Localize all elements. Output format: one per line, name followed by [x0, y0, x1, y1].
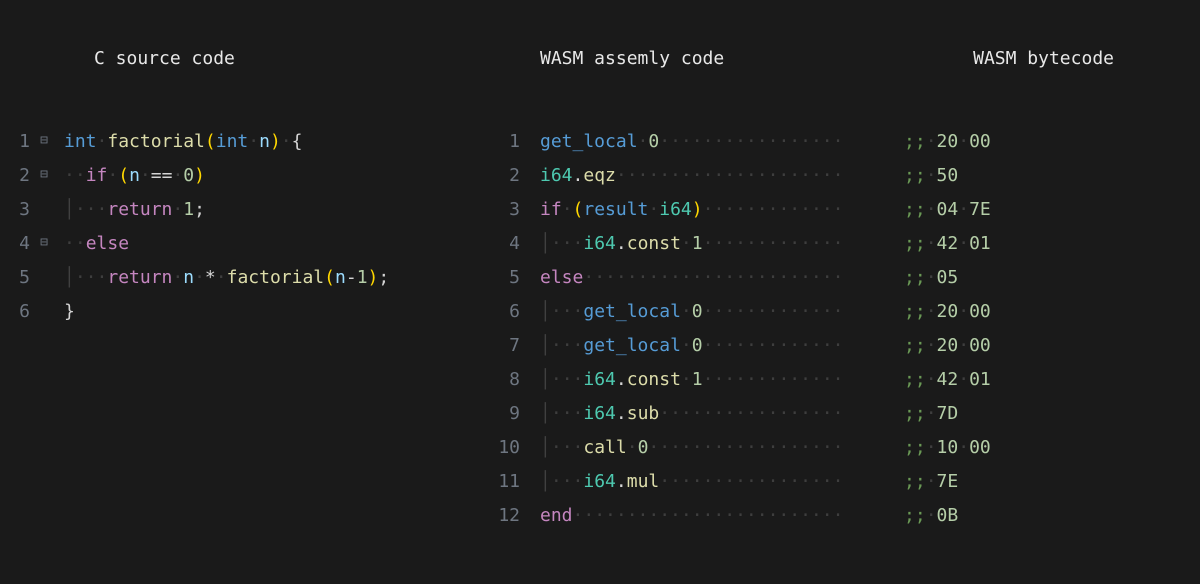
line-number: 9 — [480, 397, 524, 431]
code-line[interactable]: 6│···get_local·0·············;;·20·00 — [480, 295, 1200, 329]
wasm-heading-row: WASM assemly code WASM bytecode — [480, 48, 1200, 69]
line-number: 2 — [0, 159, 34, 193]
line-number: 6 — [0, 295, 34, 329]
line-number: 6 — [480, 295, 524, 329]
line-number: 1 — [0, 125, 34, 159]
c-code-block[interactable]: 1⊟int·factorial(int·n)·{2⊟··if·(n·==·0)3… — [0, 125, 480, 329]
code-line[interactable]: 1⊟ int·factorial(int·n)·{ — [0, 125, 480, 159]
code-line[interactable]: 3 │···return·1; — [0, 193, 480, 227]
code-line[interactable]: 4│···i64.const·1·············;;·42·01 — [480, 227, 1200, 261]
code-text[interactable]: │···i64.const·1············· — [524, 363, 904, 397]
code-line[interactable]: 9│···i64.sub·················;;·7D — [480, 397, 1200, 431]
code-line[interactable]: 5else························;;·05 — [480, 261, 1200, 295]
line-number: 11 — [480, 465, 524, 499]
line-number: 3 — [0, 193, 34, 227]
line-number: 1 — [480, 125, 524, 159]
code-text[interactable]: ··else — [64, 227, 480, 261]
wasm-panel: WASM assemly code WASM bytecode 1get_loc… — [480, 48, 1200, 584]
line-number: 5 — [0, 261, 34, 295]
line-number: 7 — [480, 329, 524, 363]
wasm-byte-heading: WASM bytecode — [973, 48, 1200, 69]
code-line[interactable]: 1get_local·0·················;;·20·00 — [480, 125, 1200, 159]
code-text[interactable]: │···get_local·0············· — [524, 295, 904, 329]
line-number: 4 — [480, 227, 524, 261]
bytecode-text: ;;·20·00 — [904, 125, 991, 159]
c-heading-row: C source code — [0, 48, 480, 69]
line-number: 12 — [480, 499, 524, 533]
line-number: 8 — [480, 363, 524, 397]
bytecode-text: ;;·42·01 — [904, 227, 991, 261]
code-text[interactable]: │···i64.const·1············· — [524, 227, 904, 261]
code-line[interactable]: 3if·(result·i64)·············;;·04·7E — [480, 193, 1200, 227]
bytecode-text: ;;·50 — [904, 159, 958, 193]
code-text[interactable]: │···get_local·0············· — [524, 329, 904, 363]
code-line[interactable]: 5 │···return·n·*·factorial(n-1); — [0, 261, 480, 295]
bytecode-text: ;;·04·7E — [904, 193, 991, 227]
code-text[interactable]: int·factorial(int·n)·{ — [64, 125, 480, 159]
code-text[interactable]: │···return·1; — [64, 193, 480, 227]
fold-icon[interactable]: ⊟ — [34, 226, 54, 260]
bytecode-text: ;;·0B — [904, 499, 958, 533]
line-number: 5 — [480, 261, 524, 295]
code-line[interactable]: 7│···get_local·0·············;;·20·00 — [480, 329, 1200, 363]
line-number: 2 — [480, 159, 524, 193]
code-line[interactable]: 11│···i64.mul·················;;·7E — [480, 465, 1200, 499]
bytecode-text: ;;·05 — [904, 261, 958, 295]
code-text[interactable]: end························· — [524, 499, 904, 533]
bytecode-text: ;;·7D — [904, 397, 958, 431]
wasm-code-block[interactable]: 1get_local·0·················;;·20·002i6… — [480, 125, 1200, 533]
code-text[interactable]: │···i64.mul················· — [524, 465, 904, 499]
bytecode-text: ;;·10·00 — [904, 431, 991, 465]
code-text[interactable]: } — [64, 295, 480, 329]
code-text[interactable]: ··if·(n·==·0) — [64, 159, 480, 193]
c-source-panel: C source code 1⊟int·factorial(int·n)·{2⊟… — [0, 48, 480, 584]
line-number: 10 — [480, 431, 524, 465]
code-text[interactable]: │···i64.sub················· — [524, 397, 904, 431]
fold-icon[interactable]: ⊟ — [34, 124, 54, 158]
code-line[interactable]: 2⊟ ··if·(n·==·0) — [0, 159, 480, 193]
line-number: 3 — [480, 193, 524, 227]
code-text[interactable]: get_local·0················· — [524, 125, 904, 159]
bytecode-text: ;;·20·00 — [904, 329, 991, 363]
bytecode-text: ;;·42·01 — [904, 363, 991, 397]
bytecode-text: ;;·7E — [904, 465, 958, 499]
code-text[interactable]: if·(result·i64)············· — [524, 193, 904, 227]
line-number: 4 — [0, 227, 34, 261]
code-text[interactable]: │···return·n·*·factorial(n-1); — [64, 261, 480, 295]
code-text[interactable]: │···call·0·················· — [524, 431, 904, 465]
editor-container: C source code 1⊟int·factorial(int·n)·{2⊟… — [0, 0, 1200, 584]
wasm-asm-heading: WASM assemly code — [480, 48, 724, 69]
code-line[interactable]: 12end·························;;·0B — [480, 499, 1200, 533]
code-text[interactable]: else························ — [524, 261, 904, 295]
code-line[interactable]: 2i64.eqz·····················;;·50 — [480, 159, 1200, 193]
code-line[interactable]: 6} — [0, 295, 480, 329]
fold-icon[interactable]: ⊟ — [34, 158, 54, 192]
code-line[interactable]: 8│···i64.const·1·············;;·42·01 — [480, 363, 1200, 397]
c-heading: C source code — [0, 48, 235, 69]
code-line[interactable]: 10│···call·0··················;;·10·00 — [480, 431, 1200, 465]
code-text[interactable]: i64.eqz····················· — [524, 159, 904, 193]
bytecode-text: ;;·20·00 — [904, 295, 991, 329]
code-line[interactable]: 4⊟ ··else — [0, 227, 480, 261]
